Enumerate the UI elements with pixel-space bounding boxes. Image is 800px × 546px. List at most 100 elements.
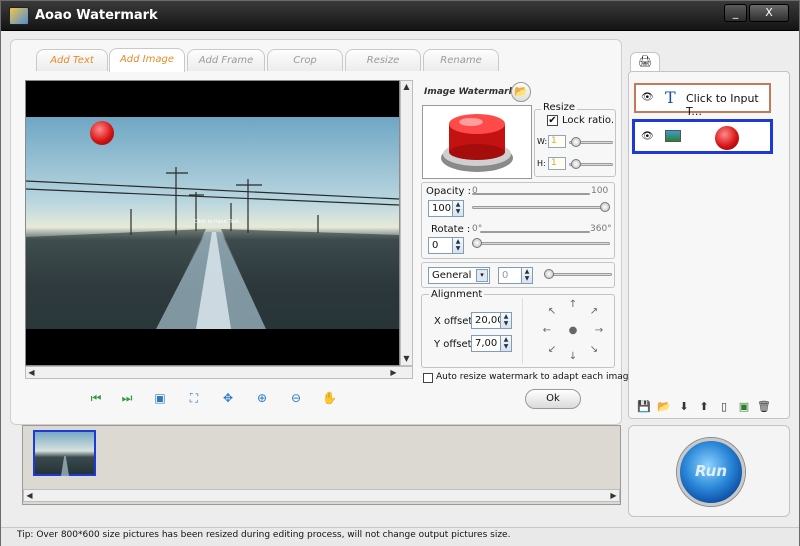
align-top-right-icon[interactable]: ↗: [588, 306, 600, 318]
last-image-icon[interactable]: ⏭: [120, 391, 134, 405]
canvas-vertical-scrollbar[interactable]: ▲ ▼: [400, 80, 413, 366]
align-left-icon[interactable]: ←: [541, 325, 553, 337]
canvas-text-caption[interactable]: Click to Input Text...: [194, 219, 244, 225]
scroll-left-icon[interactable]: ◀: [26, 367, 37, 378]
rotate-scale: [480, 231, 590, 233]
app-window: Aoao Watermark _ X Add Text Add Image Ad…: [0, 0, 800, 546]
blend-mode-value: General: [432, 270, 472, 281]
status-tip: Tip: Over 800*600 size pictures has been…: [17, 530, 511, 540]
save-icon[interactable]: 💾: [637, 400, 651, 414]
height-label: H:: [537, 159, 546, 168]
tab-add-frame[interactable]: Add Frame: [187, 49, 265, 71]
rotate-slider-thumb[interactable]: [472, 238, 482, 248]
scroll-down-icon[interactable]: ▼: [401, 353, 412, 364]
move-up-icon[interactable]: ⬆: [697, 400, 711, 414]
filmstrip-scroll-right-icon[interactable]: ▶: [608, 490, 619, 501]
opacity-input[interactable]: 100: [428, 200, 454, 217]
rotate-spinner[interactable]: ▲ ▼: [452, 237, 464, 254]
tab-rename[interactable]: Rename: [423, 49, 499, 71]
photo-preview: Click to Input Text...: [26, 117, 399, 329]
x-offset-label: X offset:: [434, 316, 476, 327]
close-button[interactable]: X: [749, 4, 789, 22]
rotate-input[interactable]: 0: [428, 237, 454, 254]
delete-icon[interactable]: 🗑: [757, 400, 771, 414]
ok-button[interactable]: Ok: [525, 389, 581, 409]
run-button[interactable]: Run: [677, 438, 745, 506]
align-top-left-icon[interactable]: ↖: [546, 306, 558, 318]
width-slider-thumb[interactable]: [571, 137, 581, 147]
scroll-up-icon[interactable]: ▲: [401, 81, 412, 92]
title-bar[interactable]: Aoao Watermark _ X: [1, 1, 799, 31]
alignment-divider: [522, 298, 523, 364]
blend-mode-select[interactable]: General ▾: [428, 267, 490, 284]
align-bottom-left-icon[interactable]: ↙: [546, 344, 558, 356]
chevron-down-icon[interactable]: ▾: [476, 269, 488, 282]
image-canvas[interactable]: Click to Input Text...: [25, 80, 400, 366]
width-input[interactable]: 1: [548, 135, 566, 148]
y-offset-spinner[interactable]: ▲ ▼: [500, 335, 512, 352]
move-down-icon[interactable]: ⬇: [677, 400, 691, 414]
tab-crop[interactable]: Crop: [267, 49, 343, 71]
rotate-max-label: 360°: [590, 224, 612, 234]
eye-icon[interactable]: 👁: [641, 92, 654, 103]
first-image-icon[interactable]: ⏮: [89, 391, 103, 405]
canvas-horizontal-scrollbar[interactable]: ◀ ▶: [25, 366, 413, 379]
blend-slider-track[interactable]: [544, 273, 612, 276]
blend-value-input[interactable]: 0: [498, 267, 522, 284]
align-bottom-right-icon[interactable]: ↘: [588, 344, 600, 356]
checkmark-icon: ✔: [548, 115, 557, 126]
x-offset-spinner[interactable]: ▲ ▼: [500, 312, 512, 329]
auto-resize-label: Auto resize watermark to adapt each imag…: [436, 372, 637, 382]
auto-resize-checkbox[interactable]: [423, 373, 433, 383]
align-center-icon[interactable]: ●: [567, 325, 579, 337]
layers-tab[interactable]: 🖨: [630, 52, 660, 72]
x-offset-input[interactable]: 20,00: [471, 312, 504, 329]
eye-icon[interactable]: 👁: [641, 131, 654, 142]
align-bottom-icon[interactable]: ↓: [567, 351, 579, 363]
opacity-scale: [472, 193, 590, 195]
filmstrip-scrollbar[interactable]: ◀ ▶: [23, 489, 620, 502]
rotate-slider-track[interactable]: [472, 242, 610, 245]
layers-icon: 🖨: [638, 55, 652, 68]
lock-ratio-label: Lock ratio.: [562, 115, 615, 126]
opacity-label: Opacity :: [426, 186, 472, 197]
align-top-icon[interactable]: ↑: [567, 299, 579, 311]
height-input[interactable]: 1: [548, 157, 566, 170]
add-text-layer-icon[interactable]: ▯: [717, 400, 731, 414]
red-button-preview-image: [441, 114, 513, 172]
image-watermark-heading: Image Watermark: [424, 87, 515, 97]
hand-tool-icon[interactable]: ✋: [322, 391, 337, 405]
blend-value-spinner[interactable]: ▲ ▼: [521, 267, 533, 284]
lock-ratio-checkbox[interactable]: ✔: [547, 115, 558, 126]
center-icon[interactable]: ✥: [221, 391, 235, 405]
width-label: W:: [537, 137, 548, 146]
open-icon[interactable]: 📂: [657, 400, 671, 414]
minimize-button[interactable]: _: [724, 4, 747, 22]
blend-slider-thumb[interactable]: [544, 269, 554, 279]
scroll-right-icon[interactable]: ▶: [388, 367, 399, 378]
image-thumbnail[interactable]: [33, 430, 96, 476]
tab-add-image[interactable]: Add Image: [109, 48, 185, 72]
text-layer-icon: T: [665, 88, 676, 107]
tab-add-text[interactable]: Add Text: [36, 49, 108, 71]
fit-screen-icon[interactable]: ▣: [153, 391, 167, 405]
zoom-in-icon[interactable]: ⊕: [255, 391, 269, 405]
add-image-layer-icon[interactable]: ▣: [737, 400, 751, 414]
thumbnail-rail: [61, 456, 69, 476]
zoom-out-icon[interactable]: ⊖: [289, 391, 303, 405]
opacity-spinner[interactable]: ▲ ▼: [452, 200, 464, 217]
folder-icon: 📂: [514, 85, 528, 98]
open-folder-button[interactable]: 📂: [511, 82, 531, 102]
layer-item-text[interactable]: 👁 T Click to Input T...: [634, 83, 771, 118]
filmstrip-scroll-left-icon[interactable]: ◀: [24, 490, 35, 501]
y-offset-input[interactable]: 7,00: [471, 335, 501, 352]
image-layer-icon: [665, 130, 681, 142]
opacity-slider-track[interactable]: [472, 206, 610, 209]
align-right-icon[interactable]: →: [593, 325, 605, 337]
opacity-slider-thumb[interactable]: [600, 202, 610, 212]
tab-resize[interactable]: Resize: [345, 49, 421, 71]
height-slider-thumb[interactable]: [571, 159, 581, 169]
actual-size-icon[interactable]: ⛶: [187, 391, 201, 405]
layer-item-image[interactable]: 👁: [632, 119, 773, 154]
watermark-button-image[interactable]: [90, 121, 114, 145]
